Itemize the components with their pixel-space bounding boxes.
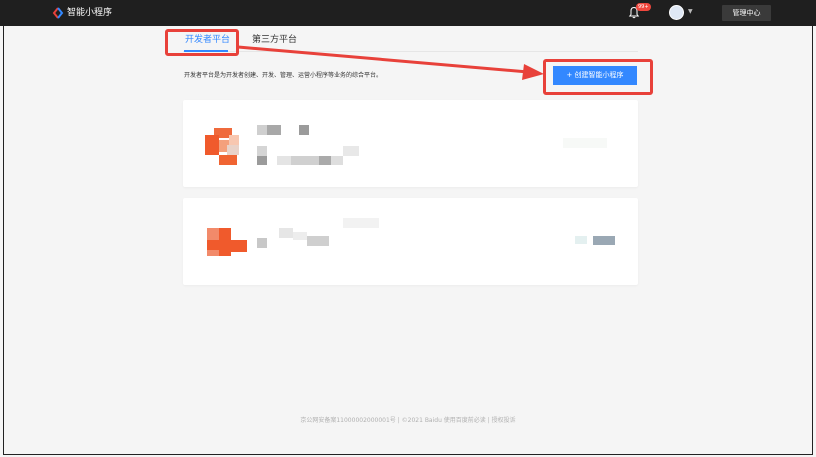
- annotation-arrow: [237, 45, 544, 80]
- top-nav-bar: 智能小程序 99+ ▼ 管理中心: [0, 0, 816, 26]
- annotation-box-tab: [165, 29, 239, 56]
- manage-center-button[interactable]: 管理中心: [722, 5, 771, 21]
- app-card[interactable]: [183, 100, 638, 187]
- annotation-box-button: [543, 59, 653, 95]
- avatar[interactable]: [669, 5, 684, 20]
- app-card[interactable]: [183, 198, 638, 285]
- notification-badge: 99+: [636, 3, 651, 11]
- app-title[interactable]: 智能小程序: [67, 6, 112, 20]
- chevron-down-icon[interactable]: ▼: [688, 8, 693, 15]
- logo-icon: [52, 7, 64, 19]
- footer-text: 京公网安备案11000002000001号 | ©2021 Baidu 使用百度…: [300, 417, 516, 424]
